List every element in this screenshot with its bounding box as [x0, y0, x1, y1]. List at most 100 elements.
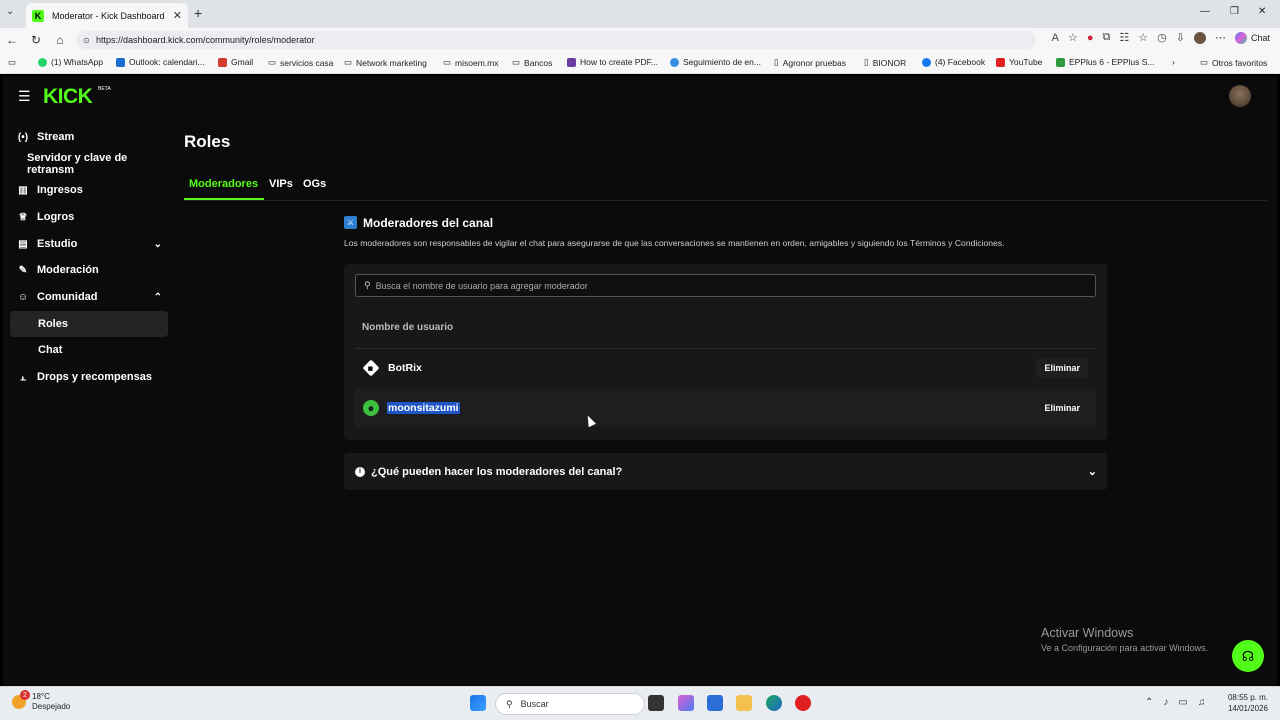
bookmark-label: servicios casa	[280, 57, 334, 68]
remove-moderator-button[interactable]: Eliminar	[1036, 398, 1088, 418]
bookmark-link[interactable]: How to create PDF...	[567, 57, 658, 67]
tab-title: Moderator - Kick Dashboard	[52, 10, 165, 21]
tab-ogs[interactable]: OGs	[303, 178, 326, 190]
sidebar-item-ingresos[interactable]: ▥ Ingresos	[10, 177, 168, 203]
bookmark-whatsapp[interactable]: (1) WhatsApp	[38, 57, 103, 67]
bookmark-link[interactable]: Seguimiento de en...	[670, 57, 761, 67]
microphone-icon[interactable]: ♪	[1163, 697, 1168, 708]
store-icon[interactable]	[707, 695, 723, 711]
copilot-app-icon[interactable]	[678, 695, 694, 711]
more-menu-icon[interactable]: ⋯	[1215, 31, 1226, 44]
chevron-down-icon: ⌄	[153, 238, 162, 250]
moderator-sword-icon: ⚔	[344, 216, 357, 229]
taskbar-clock[interactable]: 08:55 p. m. 14/01/2026	[1222, 692, 1268, 714]
downloads-icon[interactable]: ⇩	[1176, 31, 1185, 44]
new-tab-button[interactable]: +	[194, 5, 202, 21]
help-chat-button[interactable]: ☊	[1232, 640, 1264, 672]
clock-date: 14/01/2026	[1227, 704, 1268, 713]
profile-icon[interactable]	[1193, 31, 1206, 44]
copilot-chat-button[interactable]: Chat	[1234, 31, 1270, 44]
folder-icon: ▭	[1200, 57, 1209, 67]
volume-icon[interactable]: ♫	[1198, 697, 1206, 708]
home-icon[interactable]: ⌂	[48, 33, 72, 47]
sidebar-item-label: Chat	[38, 344, 63, 356]
site-icon	[567, 57, 576, 67]
extension-icon[interactable]: ●	[1087, 32, 1094, 44]
site-info-icon[interactable]: ⊙	[83, 36, 90, 45]
sidebar-item-moderacion[interactable]: ✎ Moderación	[10, 257, 168, 283]
moderator-name[interactable]: BotRix	[388, 362, 422, 374]
bookmark-label: How to create PDF...	[580, 57, 658, 67]
task-view-icon[interactable]	[648, 695, 664, 711]
sidebar-item-roles[interactable]: Roles	[10, 311, 168, 337]
bookmarks-menu-icon[interactable]: ▭	[8, 57, 16, 68]
search-input[interactable]: ⚲ Busca el nombre de usuario para agrega…	[355, 274, 1096, 297]
system-tray: ⌃ ♪ ▭ ♫	[1145, 697, 1205, 708]
bookmark-link[interactable]: ▯ BIONOR	[864, 57, 906, 68]
bookmark-facebook[interactable]: (4) Facebook	[922, 57, 985, 67]
bookmark-folder[interactable]: ▭ misoem.mx	[443, 57, 498, 68]
favorites-icon[interactable]: ☆	[1138, 31, 1148, 44]
menu-icon[interactable]: ☰	[18, 88, 31, 105]
edge-icon[interactable]	[766, 695, 782, 711]
sidebar-item-server-key[interactable]: Servidor y clave de retransm	[10, 151, 168, 177]
favorite-star-icon[interactable]: ☆	[1068, 31, 1078, 44]
minimize-icon[interactable]: —	[1200, 6, 1210, 17]
close-window-icon[interactable]: ✕	[1258, 6, 1266, 17]
community-icon: ☺	[17, 291, 29, 303]
browser-tab-bar	[0, 0, 1280, 28]
tab-moderadores[interactable]: Moderadores	[189, 178, 258, 190]
windows-start-icon[interactable]	[470, 695, 486, 711]
sidebar-item-label: Ingresos	[37, 184, 83, 196]
bookmark-link[interactable]: ▯ Agronor pruebas	[774, 57, 846, 68]
weather-sun-icon: 2	[12, 690, 30, 709]
folder-icon: ▭	[443, 57, 452, 67]
weather-condition: Despejado	[32, 702, 71, 711]
collections-icon[interactable]: ☷	[1119, 31, 1129, 44]
bookmarks-bar: ▭ (1) WhatsApp Outlook: calendari... Gma…	[0, 52, 1280, 74]
taskbar-search[interactable]: ⚲ Buscar	[495, 693, 645, 715]
kick-dashboard: ☰ KICK BETA (•) Stream Servidor y clave d…	[3, 76, 1277, 686]
browser-tab[interactable]: K Moderator - Kick Dashboard ✕	[26, 3, 188, 28]
tab-list-icon[interactable]: ⌄	[6, 6, 14, 17]
sidebar-item-comunidad[interactable]: ☺ Comunidad ⌃	[10, 284, 168, 310]
close-tab-icon[interactable]: ✕	[173, 9, 182, 22]
bookmark-folder[interactable]: ▭ servicios casa	[268, 57, 333, 68]
history-icon[interactable]: ◷	[1157, 31, 1167, 44]
kick-logo[interactable]: KICK	[43, 85, 93, 109]
bookmark-folder[interactable]: ▭ Network marketing	[344, 57, 427, 68]
reload-icon[interactable]: ↻	[24, 33, 48, 47]
url-field[interactable]: ⊙ https://dashboard.kick.com/community/r…	[76, 31, 1036, 49]
bookmark-label: misoem.mx	[455, 57, 499, 68]
bookmark-folder[interactable]: ▭ Bancos	[512, 57, 552, 68]
back-icon[interactable]: ←	[0, 33, 24, 47]
restore-icon[interactable]: ❐	[1230, 6, 1239, 17]
bookmark-label: Outlook: calendari...	[129, 57, 205, 67]
faq-accordion[interactable]: i ¿Qué pueden hacer los moderadores del …	[344, 453, 1107, 490]
moderator-name[interactable]: moonsitazumi	[387, 402, 460, 414]
bookmark-other-favorites[interactable]: ▭ Otros favoritos	[1200, 57, 1267, 68]
avatar[interactable]	[1229, 85, 1251, 107]
tray-overflow-icon[interactable]: ⌃	[1145, 697, 1153, 708]
network-icon[interactable]: ▭	[1178, 697, 1187, 708]
bookmark-link[interactable]: EPPlus 6 - EPPlus S...	[1056, 57, 1155, 67]
youtube-music-icon[interactable]	[795, 695, 811, 711]
sidebar-item-drops[interactable]: ⫠ Drops y recompensas	[10, 364, 168, 390]
extensions-icon[interactable]: ⧉	[1103, 31, 1111, 44]
weather-widget[interactable]: 2 18°C Despejado	[12, 690, 71, 712]
taskbar-search-label: Buscar	[520, 699, 549, 709]
bookmark-gmail[interactable]: Gmail	[218, 57, 253, 67]
outlook-icon	[116, 57, 125, 67]
sidebar-item-chat[interactable]: Chat	[10, 337, 168, 363]
bookmark-outlook[interactable]: Outlook: calendari...	[116, 57, 205, 67]
sidebar-item-logros[interactable]: ♕ Logros	[10, 204, 168, 230]
read-aloud-icon[interactable]: A	[1052, 32, 1059, 44]
file-explorer-icon[interactable]	[736, 695, 752, 711]
bookmarks-overflow-icon[interactable]: ›	[1172, 57, 1175, 67]
remove-moderator-button[interactable]: Eliminar	[1036, 358, 1088, 378]
tab-vips[interactable]: VIPs	[269, 178, 293, 190]
sidebar-item-estudio[interactable]: ▤ Estudio ⌄	[10, 231, 168, 257]
sidebar-item-stream[interactable]: (•) Stream	[10, 124, 168, 150]
bookmark-youtube[interactable]: YouTube	[996, 57, 1042, 67]
clock-time: 08:55 p. m.	[1227, 693, 1268, 702]
